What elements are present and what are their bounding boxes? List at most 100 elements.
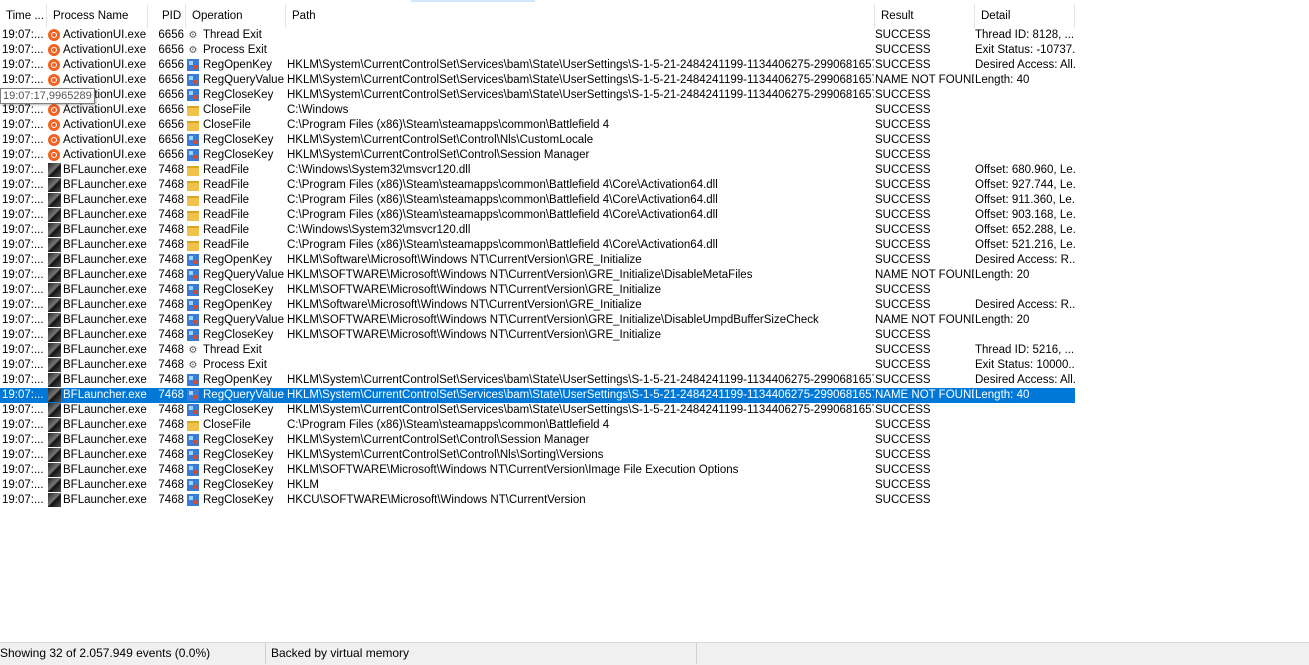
table-row[interactable]: 19:07:... BFLauncher.exe 7468 RegOpenKey HKL…: [0, 373, 1075, 388]
cell-path: HKLM: [287, 479, 319, 491]
table-row[interactable]: 19:07:...ActivationUI.exe6656RegCloseKey…: [0, 88, 1075, 103]
cell-pid: 7468: [158, 164, 184, 176]
table-row[interactable]: 19:07:... BFLauncher.exe 7468 ReadFile C:\Pr…: [0, 178, 1075, 193]
table-row[interactable]: 19:07:... BFLauncher.exe 7468 ReadFile C:\Wi…: [0, 223, 1075, 238]
status-event-count: Showing 32 of 2.057.949 events (0.0%): [0, 643, 266, 664]
table-row[interactable]: 19:07:... BFLauncher.exe 7468 ⚙ Process Exit…: [0, 358, 1075, 373]
cell-pid: 7468: [158, 194, 184, 206]
bflauncher-app-icon: [48, 358, 62, 373]
cell-result: SUCCESS: [875, 464, 931, 476]
cell-result: SUCCESS: [875, 374, 931, 386]
table-row[interactable]: 19:07:... BFLauncher.exe 7468 RegQueryValue…: [0, 313, 1075, 328]
cell-process-name: BFLauncher.exe: [63, 284, 147, 296]
table-row[interactable]: 19:07:... BFLauncher.exe 7468 ReadFile C:\Pr…: [0, 208, 1075, 223]
cell-detail: Length: 40: [975, 389, 1030, 401]
column-header-pid[interactable]: PID: [148, 4, 186, 28]
table-row[interactable]: 19:07:... BFLauncher.exe 7468 RegCloseKey HK…: [0, 403, 1075, 418]
table-row[interactable]: 19:07:... BFLauncher.exe 7468 ReadFile C:\Wi…: [0, 163, 1075, 178]
cell-detail: Desired Access: All...: [975, 59, 1075, 71]
table-row[interactable]: 19:07:... ActivationUI.exe 6656 RegQueryVal…: [0, 73, 1075, 88]
cell-detail: Offset: 927.744, Le...: [975, 179, 1075, 191]
registry-icon: [187, 313, 201, 328]
cell-result: SUCCESS: [875, 179, 931, 191]
column-header-time[interactable]: Time ...: [0, 4, 47, 28]
cell-operation: CloseFile: [203, 104, 251, 116]
table-row[interactable]: 19:07:... BFLauncher.exe 7468 ⚙ Thread Exit S…: [0, 343, 1075, 358]
column-header-process-name[interactable]: Process Name: [47, 4, 148, 28]
table-row[interactable]: 19:07:...ActivationUI.exe6656RegCloseKey…: [0, 148, 1075, 163]
table-row[interactable]: 19:07:... BFLauncher.exe 7468 RegQueryValue…: [0, 388, 1075, 403]
column-header-result[interactable]: Result: [875, 4, 975, 28]
cell-operation: CloseFile: [203, 419, 251, 431]
registry-icon: [187, 58, 201, 73]
cell-path: HKLM\SOFTWARE\Microsoft\Windows NT\Curre…: [287, 314, 819, 326]
table-row[interactable]: 19:07:... BFLauncher.exe 7468 CloseFile C:\P…: [0, 418, 1075, 433]
cell-time: 19:07:...: [2, 389, 44, 401]
registry-icon: [187, 448, 201, 463]
table-row[interactable]: 19:07:... BFLauncher.exe 7468 RegCloseKey HK…: [0, 493, 1075, 508]
cell-time: 19:07:...: [2, 419, 44, 431]
cell-path: HKLM\System\CurrentControlSet\Control\Nl…: [287, 449, 604, 461]
cell-result: SUCCESS: [875, 359, 931, 371]
table-row[interactable]: 19:07:... BFLauncher.exe 7468 RegCloseKey HK…: [0, 448, 1075, 463]
event-list[interactable]: 19:07:... ActivationUI.exe 6656 ⚙ Thread Exi…: [0, 28, 1075, 508]
cell-path: C:\Program Files (x86)\Steam\steamapps\c…: [287, 209, 718, 221]
cell-time: 19:07:...: [2, 404, 44, 416]
cell-operation: RegOpenKey: [203, 59, 273, 71]
table-row[interactable]: 19:07:... BFLauncher.exe 7468 RegCloseKey HK…: [0, 433, 1075, 448]
table-row[interactable]: 19:07:... ActivationUI.exe 6656 ⚙ Process Ex…: [0, 43, 1075, 58]
registry-icon: [187, 373, 201, 388]
cell-time: 19:07:...: [2, 434, 44, 446]
folder-icon: [187, 178, 201, 193]
column-header-operation[interactable]: Operation: [186, 4, 286, 28]
table-row[interactable]: 19:07:... BFLauncher.exe 7468 RegQueryValue…: [0, 268, 1075, 283]
cell-result: SUCCESS: [875, 119, 931, 131]
table-row[interactable]: 19:07:... ActivationUI.exe 6656 CloseFile C:…: [0, 118, 1075, 133]
cell-time: 19:07:...: [2, 284, 44, 296]
bflauncher-app-icon: [48, 463, 62, 478]
process-gear-icon: ⚙: [188, 30, 198, 41]
activation-app-icon: [48, 58, 62, 73]
cell-path: HKLM\System\CurrentControlSet\Control\Se…: [287, 434, 590, 446]
cell-process-name: BFLauncher.exe: [63, 299, 147, 311]
table-row[interactable]: 19:07:...ActivationUI.exe6656RegCloseKey…: [0, 133, 1075, 148]
bflauncher-app-icon: [48, 448, 62, 463]
toolbar-highlight-strip: [411, 0, 535, 2]
folder-icon: [187, 193, 201, 208]
table-row[interactable]: 19:07:... ActivationUI.exe 6656 RegOpenKey H…: [0, 58, 1075, 73]
cell-result: SUCCESS: [875, 329, 931, 341]
table-row[interactable]: 19:07:... BFLauncher.exe 7468 RegCloseKey HK…: [0, 283, 1075, 298]
column-header-path[interactable]: Path: [286, 4, 875, 28]
folder-icon: [187, 208, 201, 223]
table-row[interactable]: 19:07:... BFLauncher.exe 7468 ReadFile C:\Pr…: [0, 193, 1075, 208]
cell-detail: Thread ID: 8128, ...: [975, 29, 1075, 41]
folder-icon: [187, 163, 201, 178]
cell-pid: 7468: [158, 254, 184, 266]
table-row[interactable]: 19:07:... BFLauncher.exe 7468 RegOpenKey HKL…: [0, 298, 1075, 313]
table-row[interactable]: 19:07:... BFLauncher.exe 7468 RegCloseKey HK…: [0, 328, 1075, 343]
cell-pid: 6656: [158, 44, 184, 56]
cell-time: 19:07:...: [2, 164, 44, 176]
table-row[interactable]: 19:07:... BFLauncher.exe 7468 RegOpenKey HKL…: [0, 253, 1075, 268]
table-row[interactable]: 19:07:... BFLauncher.exe 7468 RegCloseKey HK…: [0, 478, 1075, 493]
cell-result: NAME NOT FOUND: [875, 389, 974, 401]
cell-time: 19:07:...: [2, 149, 44, 161]
table-row[interactable]: 19:07:... BFLauncher.exe 7468 ReadFile C:\Pr…: [0, 238, 1075, 253]
cell-operation: ReadFile: [203, 224, 250, 236]
cell-pid: 6656: [158, 74, 184, 86]
cell-detail: Length: 40: [975, 74, 1030, 86]
table-row[interactable]: 19:07:... BFLauncher.exe 7468 RegCloseKey HK…: [0, 463, 1075, 478]
column-header-detail[interactable]: Detail: [975, 4, 1075, 28]
table-row[interactable]: 19:07:... ActivationUI.exe 6656 ⚙ Thread Exi…: [0, 28, 1075, 43]
cell-pid: 6656: [158, 89, 184, 101]
cell-operation: RegCloseKey: [203, 449, 274, 461]
cell-path: C:\Program Files (x86)\Steam\steamapps\c…: [287, 419, 610, 431]
cell-time: 19:07:...: [2, 374, 44, 386]
cell-path: HKLM\SOFTWARE\Microsoft\Windows NT\Curre…: [287, 329, 662, 341]
bflauncher-app-icon: [48, 373, 62, 388]
activation-app-icon: [48, 43, 62, 58]
cell-operation: RegOpenKey: [203, 299, 273, 311]
cell-process-name: ActivationUI.exe: [63, 134, 147, 146]
cell-path: HKLM\SOFTWARE\Microsoft\Windows NT\Curre…: [287, 464, 739, 476]
table-row[interactable]: 19:07:... ActivationUI.exe 6656 CloseFile C:…: [0, 103, 1075, 118]
